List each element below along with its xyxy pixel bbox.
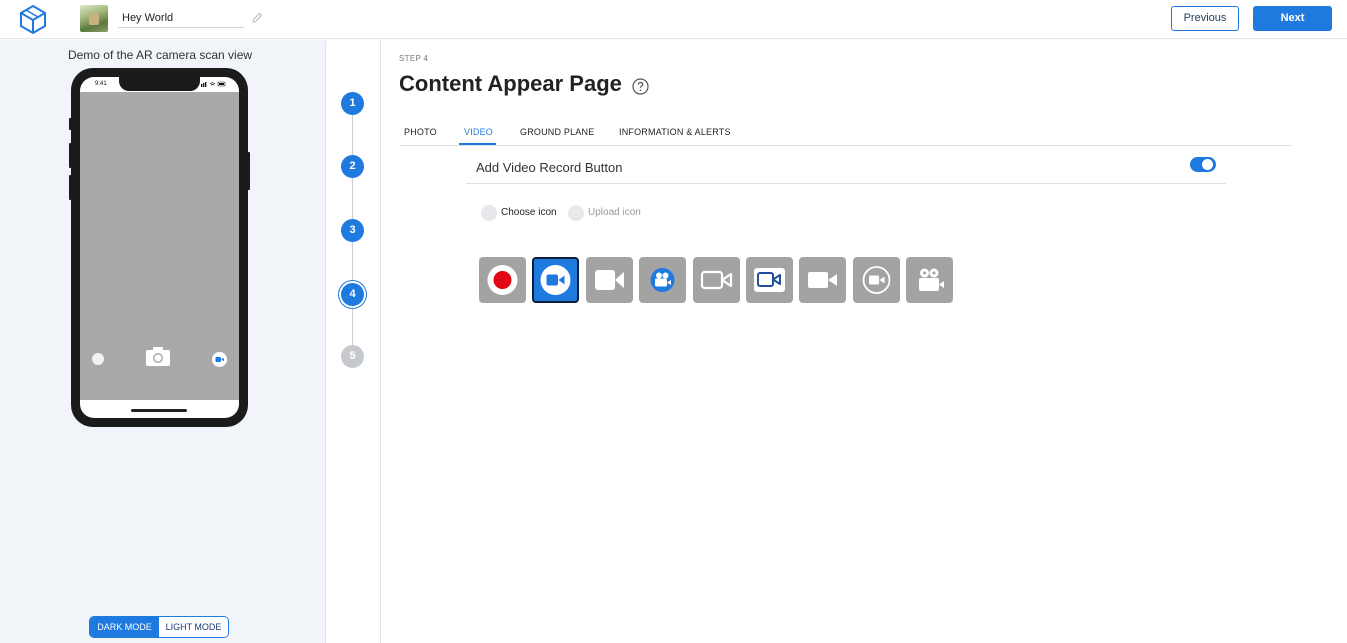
app-logo-icon[interactable] <box>19 4 47 34</box>
preview-panel: Demo of the AR camera scan view 9:41 DAR… <box>0 40 326 643</box>
phone-side-button <box>69 175 73 200</box>
phone-side-button <box>69 118 73 130</box>
video-camera-solid-icon[interactable] <box>586 257 633 303</box>
preview-title: Demo of the AR camera scan view <box>67 48 253 62</box>
movie-camera-icon[interactable] <box>906 257 953 303</box>
next-button[interactable]: Next <box>1253 6 1332 31</box>
step-3[interactable]: 3 <box>341 219 364 242</box>
home-indicator <box>131 409 187 412</box>
choose-icon-label[interactable]: Choose icon <box>501 207 557 218</box>
help-icon[interactable] <box>632 78 649 95</box>
phone-screen: 9:41 <box>80 77 239 418</box>
upload-icon-radio[interactable] <box>568 205 584 221</box>
phone-power-button <box>246 152 250 190</box>
phone-mockup: 9:41 <box>69 68 250 427</box>
toggle-knob <box>1202 159 1213 170</box>
step-4[interactable]: 4 <box>341 283 364 306</box>
video-camera-outline-icon[interactable] <box>693 257 740 303</box>
video-record-toggle[interactable] <box>1190 157 1216 172</box>
step-navigator: 1 2 3 4 5 <box>327 40 381 643</box>
edit-pencil-icon[interactable] <box>251 12 263 24</box>
step-2[interactable]: 2 <box>341 155 364 178</box>
video-camera-blue-outline-icon[interactable] <box>746 257 793 303</box>
video-record-icon[interactable] <box>212 352 227 367</box>
step-5[interactable]: 5 <box>341 345 364 368</box>
light-mode-button[interactable]: LIGHT MODE <box>159 617 228 637</box>
video-record-setting-row: Add Video Record Button <box>466 150 1226 184</box>
phone-side-button <box>69 143 73 168</box>
movie-camera-badge-icon[interactable] <box>639 257 686 303</box>
dark-mode-button[interactable]: DARK MODE <box>90 617 159 637</box>
top-bar: Hey World Previous Next <box>0 0 1347 39</box>
tab-video[interactable]: VIDEO <box>464 127 493 137</box>
video-circle-icon[interactable] <box>532 257 579 303</box>
project-name-field[interactable]: Hey World <box>118 10 244 28</box>
previous-button[interactable]: Previous <box>1171 6 1239 31</box>
tab-information-alerts[interactable]: INFORMATION & ALERTS <box>619 127 731 137</box>
step-1[interactable]: 1 <box>341 92 364 115</box>
status-time: 9:41 <box>95 81 107 87</box>
mode-toggle: DARK MODE LIGHT MODE <box>89 616 229 638</box>
gallery-button-icon[interactable] <box>92 353 104 365</box>
tab-photo[interactable]: PHOTO <box>404 127 437 137</box>
tab-ground-plane[interactable]: GROUND PLANE <box>520 127 594 137</box>
active-tab-indicator <box>459 143 496 145</box>
upload-icon-label[interactable]: Upload icon <box>588 207 641 218</box>
status-bar-icons <box>201 81 226 87</box>
project-thumbnail[interactable] <box>80 5 108 32</box>
video-record-label: Add Video Record Button <box>476 160 623 175</box>
content-tabs: PHOTO VIDEO GROUND PLANE INFORMATION & A… <box>399 119 1292 146</box>
phone-notch <box>119 77 200 91</box>
video-camera-solid-2-icon[interactable] <box>799 257 846 303</box>
choose-icon-radio[interactable] <box>481 205 497 221</box>
video-circle-outline-icon[interactable] <box>853 257 900 303</box>
record-dot-icon[interactable] <box>479 257 526 303</box>
camera-shutter-icon[interactable] <box>144 345 172 367</box>
page-title: Content Appear Page <box>399 71 622 96</box>
step-label: STEP 4 <box>399 54 429 63</box>
main-content: STEP 4 Content Appear Page PHOTO VIDEO G… <box>382 40 1347 643</box>
